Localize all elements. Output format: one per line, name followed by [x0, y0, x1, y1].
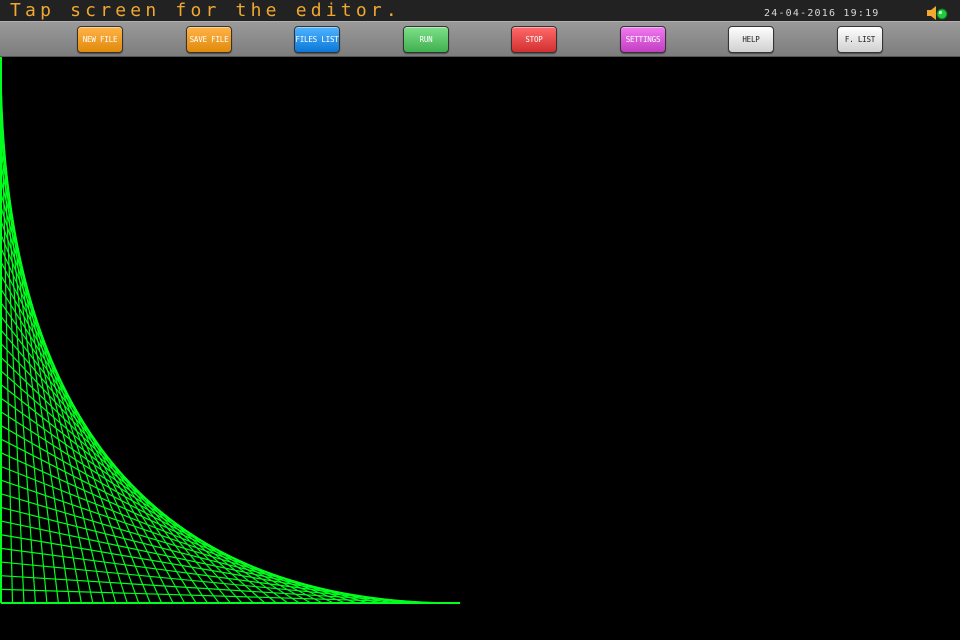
output-canvas[interactable] [0, 57, 960, 640]
string-line [0, 575, 438, 604]
function-list-button[interactable]: F. LIST [837, 26, 883, 53]
status-bar: Tap screen for the editor. 24-04-2016 19… [0, 0, 960, 21]
string-line [0, 547, 415, 604]
string-art-drawing [0, 57, 460, 604]
help-button[interactable]: HELP [728, 26, 774, 53]
stop-button[interactable]: STOP [511, 26, 557, 53]
string-line [0, 534, 403, 604]
toolbar: NEW FILE SAVE FILE FILES LIST RUN STOP S… [0, 21, 960, 57]
status-message[interactable]: Tap screen for the editor. [10, 0, 401, 21]
files-list-button[interactable]: FILES LIST [294, 26, 340, 53]
string-line [0, 588, 449, 604]
date-time: 24-04-2016 19:19 [764, 8, 880, 19]
save-file-button[interactable]: SAVE FILE [186, 26, 232, 53]
string-line [0, 561, 426, 604]
speaker-icon[interactable] [926, 5, 948, 20]
new-file-button[interactable]: NEW FILE [77, 26, 123, 53]
run-button[interactable]: RUN [403, 26, 449, 53]
settings-button[interactable]: SETTINGS [620, 26, 666, 53]
